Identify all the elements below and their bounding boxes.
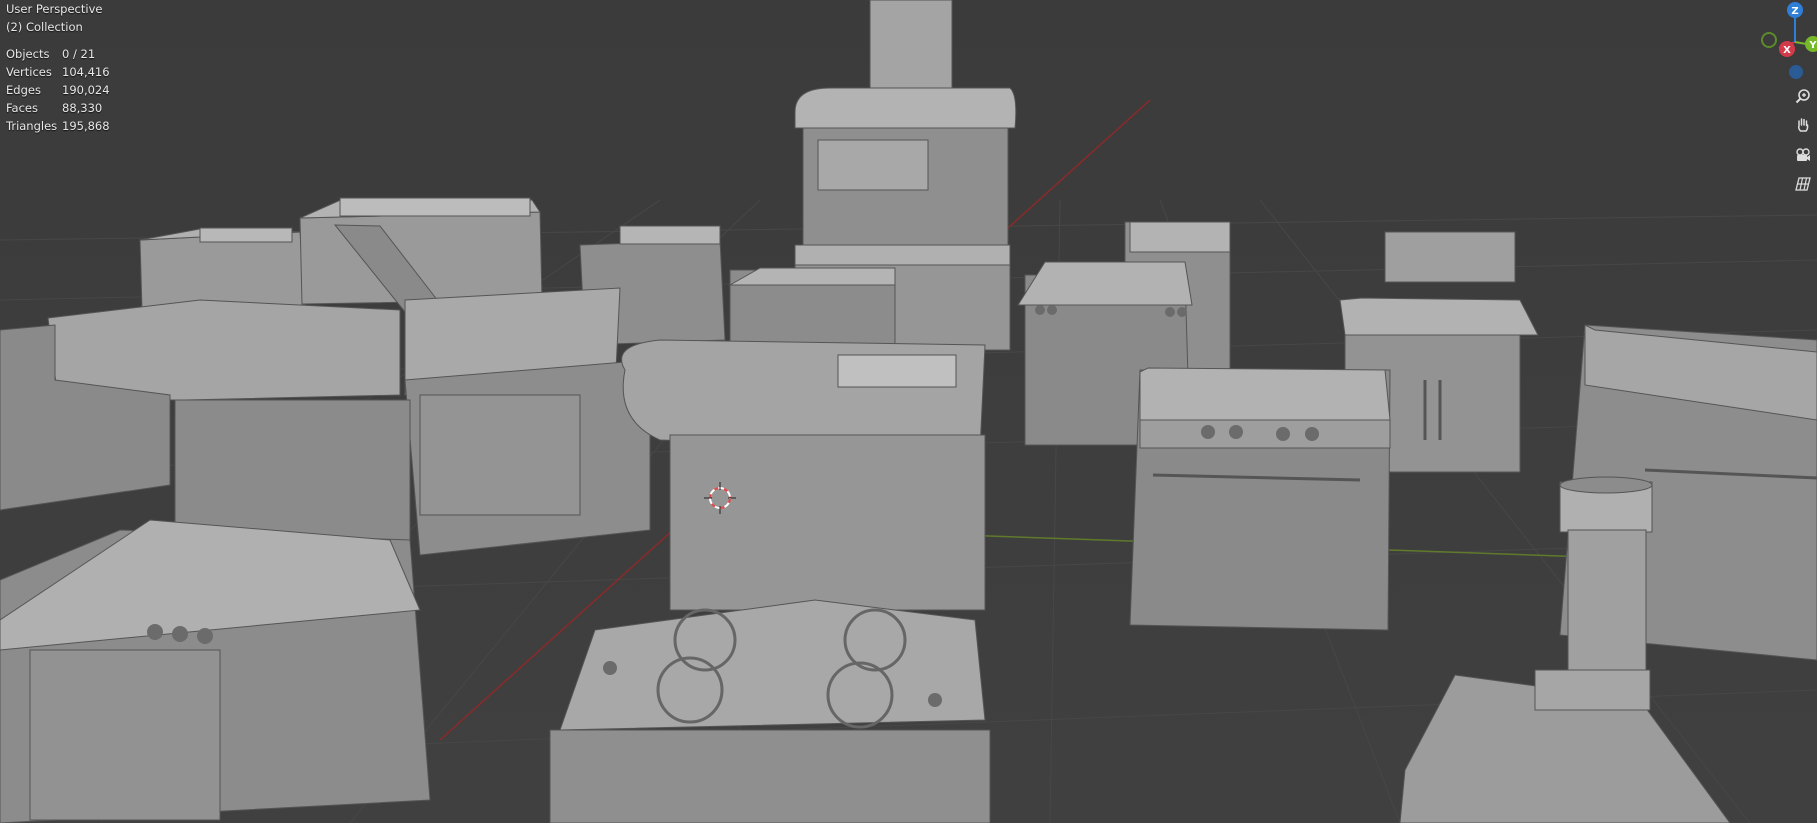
navigation-gizmo[interactable]: Z X Y [1757, 0, 1817, 200]
hand-pan-icon [1797, 118, 1809, 132]
axis-z-label: Z [1791, 6, 1798, 17]
stat-value: 195,868 [62, 119, 110, 133]
camera-icon [1796, 148, 1810, 161]
viewport-header-info: User Perspective (2) Collection [6, 0, 102, 36]
stat-row-objects: Objects 0 / 21 [6, 45, 110, 63]
stat-label: Triangles [6, 119, 58, 133]
axis-neg-y-handle[interactable] [1761, 32, 1777, 48]
zoom-icon [1795, 89, 1810, 104]
active-collection: (2) Collection [6, 20, 83, 34]
camera-view-button[interactable] [1791, 143, 1815, 167]
stove-model-center-back[interactable] [728, 267, 896, 346]
stat-row-vertices: Vertices 104,416 [6, 63, 110, 81]
view-name: User Perspective [6, 2, 103, 16]
axis-x-label: X [1783, 45, 1791, 56]
stove-model-left-middle[interactable] [404, 287, 651, 556]
stat-value: 190,024 [62, 83, 110, 97]
stat-value: 0 / 21 [62, 47, 96, 61]
stat-label: Vertices [6, 65, 52, 79]
stat-row-triangles: Triangles 195,868 [6, 117, 110, 135]
pan-button[interactable] [1791, 113, 1815, 137]
grid-ortho-icon [1795, 177, 1811, 191]
stat-value: 88,330 [62, 101, 103, 115]
stove-model-middle-right[interactable] [1129, 367, 1391, 631]
stat-value: 104,416 [62, 65, 110, 79]
axis-y-label: Y [1808, 40, 1817, 51]
viewport-canvas[interactable] [0, 0, 1817, 823]
zoom-button[interactable] [1791, 84, 1815, 108]
stove-model-front-left[interactable] [0, 519, 431, 823]
stat-row-edges: Edges 190,024 [6, 81, 110, 99]
stove-model-back-left-1[interactable] [139, 227, 306, 311]
ortho-toggle-button[interactable] [1791, 172, 1815, 196]
stat-row-faces: Faces 88,330 [6, 99, 110, 117]
scene-statistics: Objects 0 / 21 Vertices 104,416 Edges 19… [6, 45, 110, 135]
stat-label: Edges [6, 83, 41, 97]
stat-label: Faces [6, 101, 38, 115]
axis-gizmo[interactable]: Z X Y [1757, 0, 1817, 90]
stat-label: Objects [6, 47, 50, 61]
3d-viewport[interactable]: User Perspective (2) Collection Objects … [0, 0, 1817, 823]
axis-neg-z-handle[interactable] [1789, 65, 1803, 79]
